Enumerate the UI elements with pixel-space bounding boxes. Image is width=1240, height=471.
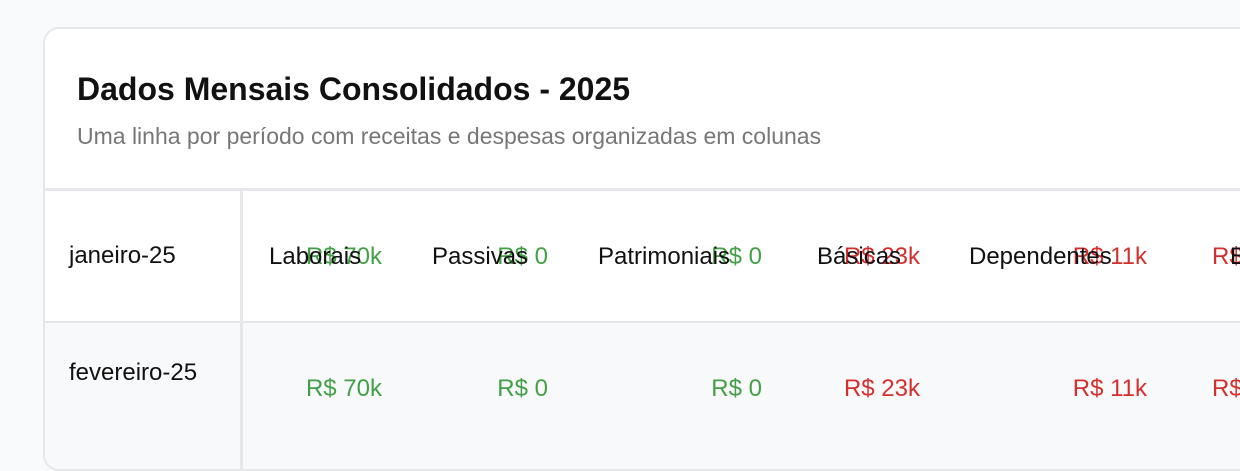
card-subtitle: Uma linha por período com receitas e des…: [77, 123, 822, 149]
value-cell: R$ 23k: [843, 375, 920, 402]
value-cell: R$ 70k: [305, 375, 382, 402]
value-cell: R$ 0: [497, 375, 548, 402]
column-label: Dependentes: [969, 243, 1112, 270]
column-label: Laborais: [269, 243, 362, 270]
value-cell: R$ 0: [711, 375, 762, 402]
table-row: fevereiro-25 R$ 70k R$ 0 R$ 0 R$ 23k R$ …: [45, 323, 1240, 469]
period-cell: janeiro-25: [69, 242, 176, 269]
column-label: Patrimoniais: [598, 243, 731, 270]
column-divider: [240, 191, 243, 469]
table-row: janeiro-25 R$ 70k R$ 0 R$ 0 R$ 23k R$ 11…: [45, 191, 1240, 323]
column-label: E: [1230, 243, 1240, 271]
monthly-data-card: Dados Mensais Consolidados - 2025 Uma li…: [43, 27, 1240, 471]
value-cell: R$: [1212, 375, 1240, 402]
value-cell: R$ 11k: [1072, 375, 1147, 402]
column-label: Passivas: [432, 243, 529, 270]
card-title: Dados Mensais Consolidados - 2025: [77, 71, 631, 107]
column-label: Básicas: [817, 243, 902, 270]
period-cell: fevereiro-25: [69, 359, 198, 386]
